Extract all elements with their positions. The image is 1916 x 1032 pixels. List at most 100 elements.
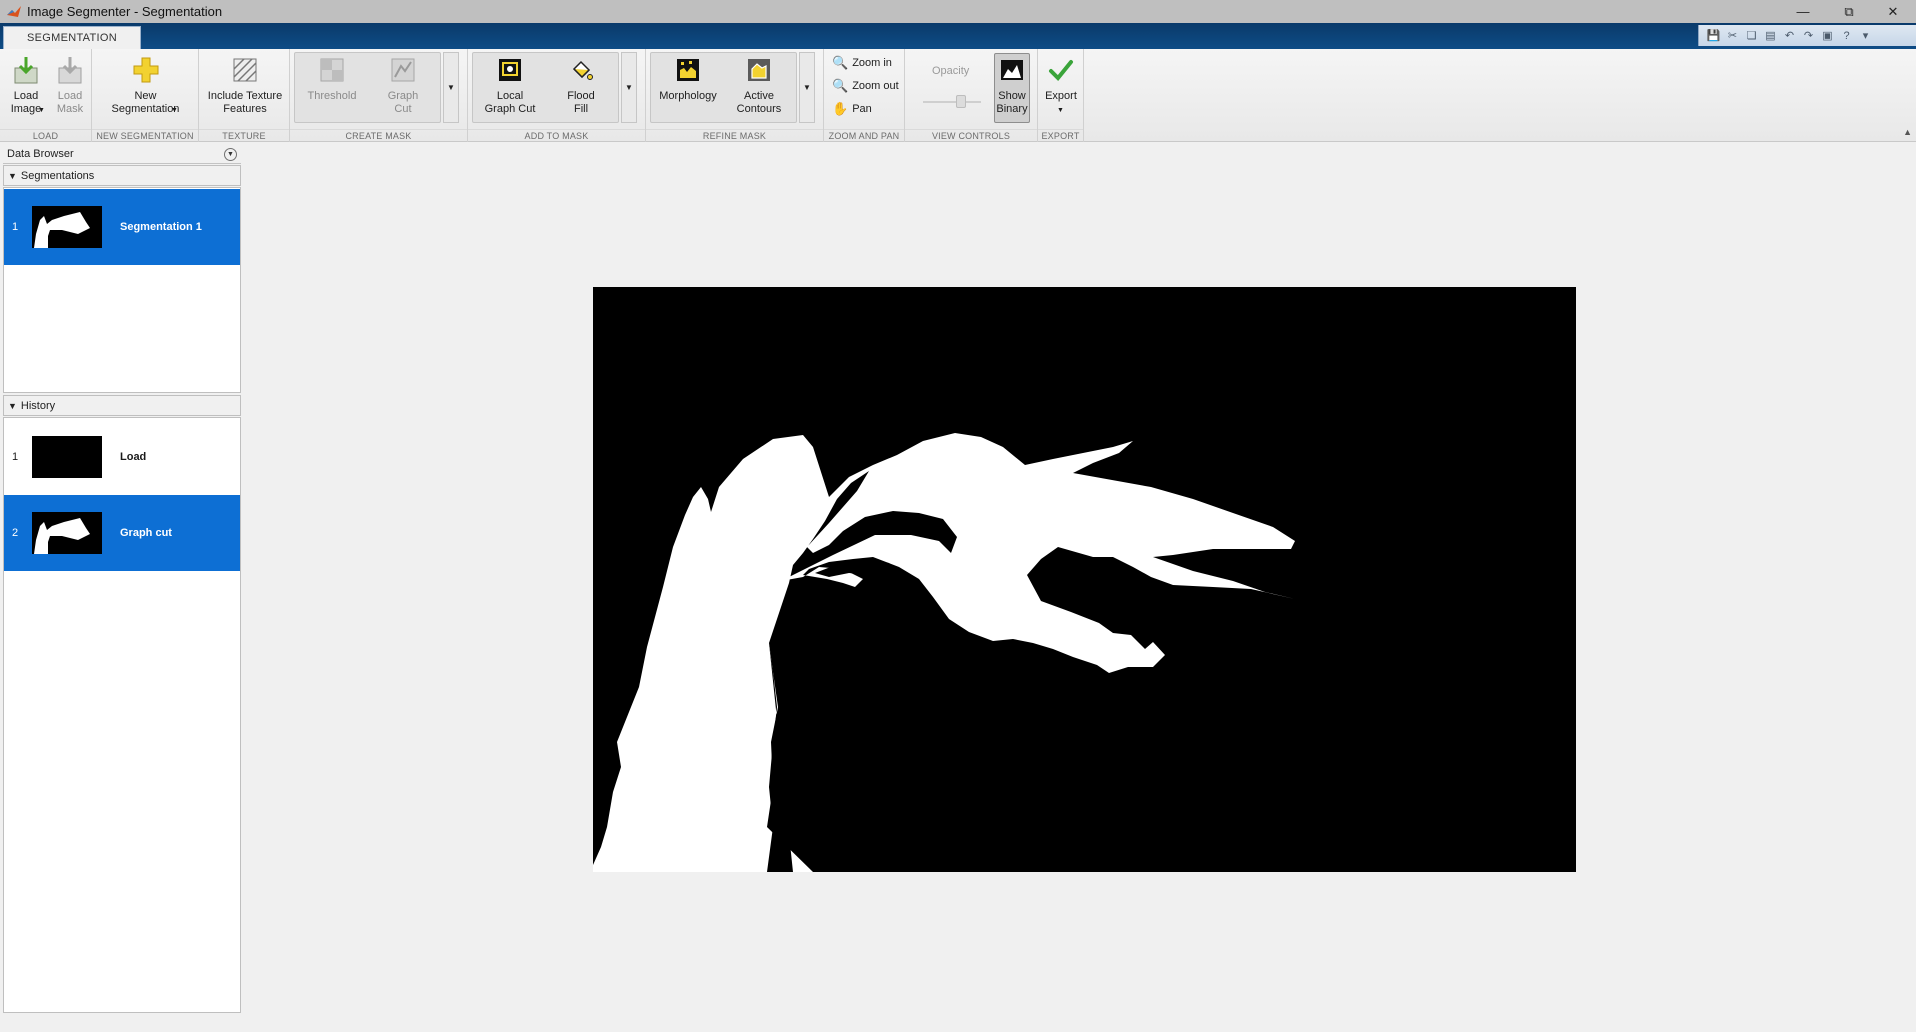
section-create-mask: Threshold Graph Cut ▼ CREATE MASK: [290, 49, 468, 142]
restore-icon: ⧉: [1844, 3, 1854, 19]
segmentation-thumbnail: [32, 206, 102, 248]
quick-access-toolbar: 💾 ✂ ❏ ▤ ↶ ↷ ▣ ? ▾: [1698, 25, 1916, 46]
cut-icon[interactable]: ✂: [1724, 27, 1741, 44]
pan-hand-icon: ✋: [832, 101, 849, 116]
section-view-controls: Opacity Show Binary VIEW CONTROLS: [905, 49, 1038, 142]
tab-segmentation[interactable]: SEGMENTATION: [3, 26, 141, 49]
section-label-add-to-mask: ADD TO MASK: [468, 129, 645, 141]
load-image-dropdown-icon[interactable]: ▼: [38, 107, 45, 114]
texture-icon: [228, 53, 262, 87]
section-label-refine-mask: REFINE MASK: [646, 129, 823, 141]
history-list: 1 Load 2 Graph cut: [3, 417, 241, 1013]
flood-fill-button[interactable]: Flood Fill: [548, 53, 614, 116]
history-header-label: History: [20, 399, 56, 412]
include-texture-features-button[interactable]: Include Texture Features: [202, 53, 288, 116]
data-browser-header: Data Browser ▼: [3, 145, 241, 164]
local-graph-cut-button[interactable]: Local Graph Cut: [477, 53, 543, 116]
paste-icon[interactable]: ▤: [1762, 27, 1779, 44]
refine-mask-gallery-expand[interactable]: ▼: [799, 52, 815, 123]
create-mask-gallery-expand[interactable]: ▼: [443, 52, 459, 123]
load-mask-button[interactable]: Load Mask: [50, 53, 90, 116]
add-to-mask-gallery-expand[interactable]: ▼: [621, 52, 637, 123]
data-browser-options-icon[interactable]: ▼: [224, 148, 237, 161]
collapse-triangle-icon: ▼: [8, 400, 17, 411]
matlab-logo-icon: [7, 5, 21, 17]
zoom-in-label: Zoom in: [852, 57, 892, 69]
section-label-texture: TEXTURE: [199, 129, 289, 141]
graph-cut-icon: [386, 53, 420, 87]
active-contours-label: Active Contours: [736, 90, 782, 115]
new-segmentation-label: New Segmentation: [111, 90, 180, 115]
show-binary-label: Show Binary: [996, 90, 1028, 115]
opacity-slider-thumb[interactable]: [956, 95, 966, 108]
data-browser-title: Data Browser: [7, 148, 74, 160]
new-segmentation-dropdown-icon[interactable]: ▼: [171, 107, 178, 114]
show-binary-icon: [995, 53, 1029, 87]
include-texture-features-label: Include Texture Features: [207, 90, 283, 115]
morphology-button[interactable]: Morphology: [655, 53, 721, 103]
segmentation-item-label: Segmentation 1: [120, 221, 202, 233]
history-thumbnail: [32, 512, 102, 554]
zoom-out-label: Zoom out: [852, 80, 899, 92]
export-dropdown-icon[interactable]: ▼: [1057, 107, 1064, 114]
segmentation-item[interactable]: 1 Segmentation 1: [4, 189, 240, 265]
minimize-button[interactable]: —: [1780, 0, 1826, 23]
load-image-label: Load Image: [10, 90, 42, 115]
history-header[interactable]: ▼ History: [3, 395, 241, 416]
close-button[interactable]: ✕: [1870, 0, 1916, 23]
add-segmentation-icon: [129, 53, 163, 87]
gallery-expand-icon: ▼: [625, 83, 633, 92]
local-graph-cut-icon: [493, 53, 527, 87]
zoom-in-icon: 🔍: [832, 55, 849, 70]
redo-icon[interactable]: ↷: [1800, 27, 1817, 44]
section-texture: Include Texture Features TEXTURE: [199, 49, 290, 142]
collapse-triangle-icon: ▼: [8, 170, 17, 181]
morphology-icon: [671, 53, 705, 87]
segmentations-header[interactable]: ▼ Segmentations: [3, 165, 241, 186]
section-label-zoom-and-pan: ZOOM AND PAN: [824, 129, 904, 141]
show-binary-button[interactable]: Show Binary: [993, 53, 1031, 116]
morphology-label: Morphology: [659, 90, 717, 102]
active-contours-button[interactable]: Active Contours: [726, 53, 792, 116]
section-label-load: LOAD: [0, 129, 91, 141]
opacity-slider-track[interactable]: [923, 101, 981, 103]
load-mask-label: Load Mask: [56, 90, 84, 115]
zoom-in-button[interactable]: 🔍 Zoom in: [832, 55, 892, 71]
data-browser-panel: Data Browser ▼ ▼ Segmentations 1 Segment…: [0, 143, 244, 1013]
history-item-index: 1: [12, 451, 19, 463]
graph-cut-button[interactable]: Graph Cut: [370, 53, 436, 116]
section-label-view-controls: VIEW CONTROLS: [905, 129, 1037, 141]
section-refine-mask: Morphology Active Contours ▼ REFINE MASK: [646, 49, 824, 142]
pan-button[interactable]: ✋ Pan: [832, 101, 872, 117]
toolstrip: Load Image ▼ Load Mask LOAD New Segmenta…: [0, 49, 1916, 142]
gallery-expand-icon: ▼: [803, 83, 811, 92]
local-graph-cut-label: Local Graph Cut: [484, 90, 536, 115]
gallery-expand-icon: ▼: [447, 83, 455, 92]
help-icon[interactable]: ?: [1838, 27, 1855, 44]
threshold-button[interactable]: Threshold: [299, 53, 365, 103]
export-label: Export: [1045, 90, 1077, 102]
new-segmentation-button[interactable]: New Segmentation: [98, 53, 193, 116]
undo-icon[interactable]: ↶: [1781, 27, 1798, 44]
active-contours-icon: [742, 53, 776, 87]
copy-icon[interactable]: ❏: [1743, 27, 1760, 44]
history-item[interactable]: 1 Load: [4, 419, 240, 495]
restore-button[interactable]: ⧉: [1826, 0, 1872, 23]
image-canvas[interactable]: [593, 287, 1576, 872]
collapse-toolstrip-icon[interactable]: ▾: [1857, 27, 1874, 44]
load-image-icon: [9, 53, 43, 87]
switch-windows-icon[interactable]: ▣: [1819, 27, 1836, 44]
history-item[interactable]: 2 Graph cut: [4, 495, 240, 571]
zoom-out-button[interactable]: 🔍 Zoom out: [832, 78, 899, 94]
save-icon[interactable]: 💾: [1705, 27, 1722, 44]
section-label-new-segmentation: NEW SEGMENTATION: [92, 129, 198, 141]
history-item-index: 2: [12, 527, 19, 539]
flood-fill-icon: [564, 53, 598, 87]
section-add-to-mask: Local Graph Cut Flood Fill ▼ ADD TO MASK: [468, 49, 646, 142]
section-new-segmentation: New Segmentation ▼ NEW SEGMENTATION: [92, 49, 199, 142]
export-button[interactable]: Export: [1042, 53, 1080, 103]
load-mask-icon: [53, 53, 87, 87]
segmentations-header-label: Segmentations: [20, 169, 95, 182]
title-bar: Image Segmenter - Segmentation: [0, 0, 1916, 23]
minimize-toolstrip-icon[interactable]: ▲: [1903, 127, 1912, 137]
